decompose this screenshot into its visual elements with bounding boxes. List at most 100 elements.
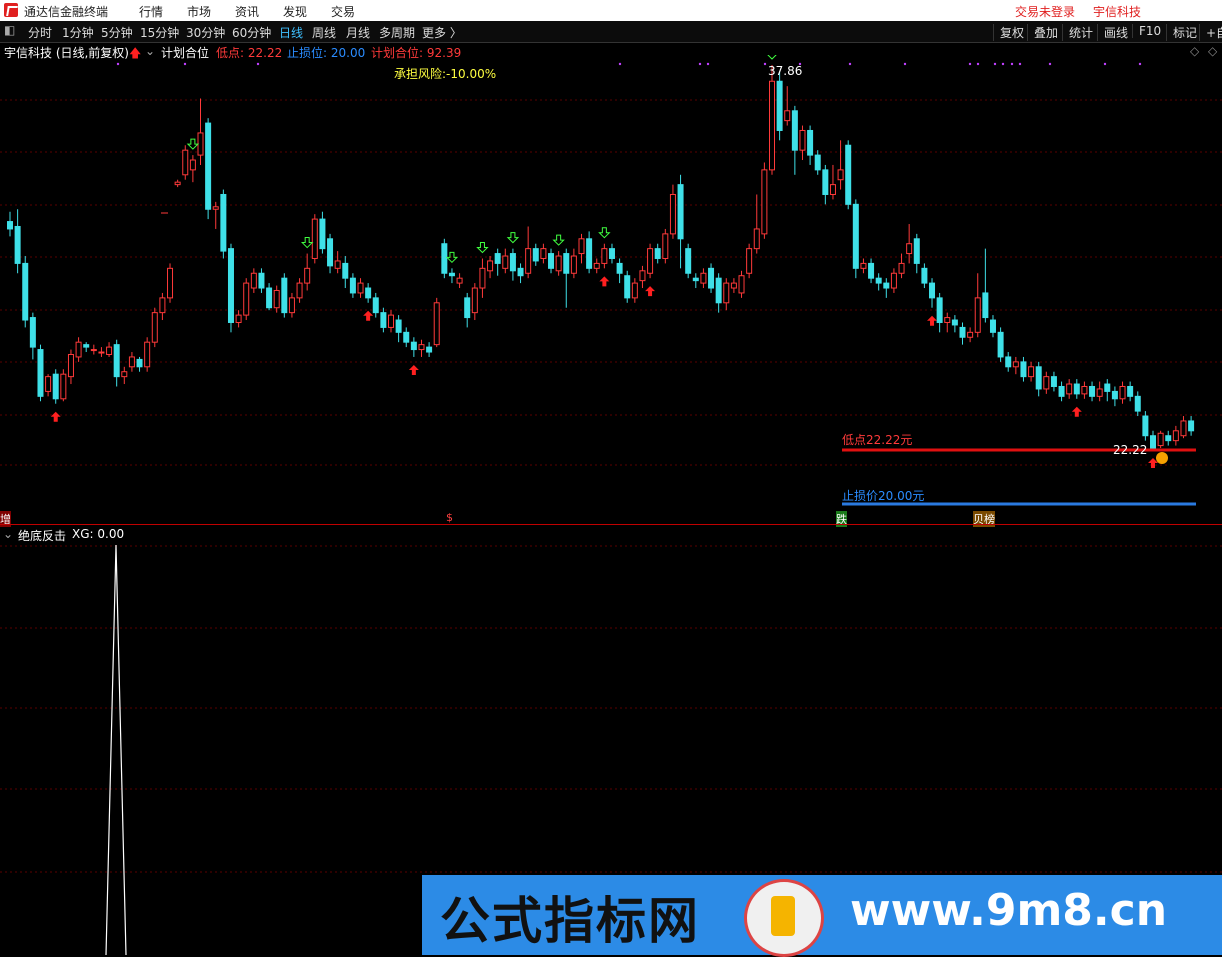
candle-body[interactable] xyxy=(1081,385,1088,395)
candle-body[interactable] xyxy=(319,218,326,250)
period-tab-15min[interactable]: 15分钟 xyxy=(140,24,179,41)
candle-body[interactable] xyxy=(448,272,455,277)
candle-body[interactable] xyxy=(1172,430,1179,442)
candle-body[interactable] xyxy=(570,255,577,274)
candle-body[interactable] xyxy=(380,312,387,328)
stats-button[interactable]: 统计 xyxy=(1062,24,1093,41)
candle-body[interactable] xyxy=(1119,385,1126,400)
candle-body[interactable] xyxy=(327,238,334,267)
candle-body[interactable] xyxy=(197,132,204,156)
candle-body[interactable] xyxy=(281,277,288,314)
candle-body[interactable] xyxy=(593,262,600,269)
candle-body[interactable] xyxy=(1157,432,1164,447)
candle-body[interactable] xyxy=(791,110,798,151)
candle-body[interactable] xyxy=(959,326,966,338)
candle-body[interactable] xyxy=(258,272,265,289)
candle-body[interactable] xyxy=(90,349,97,352)
candle-body[interactable] xyxy=(631,282,638,299)
period-tab-more[interactable]: 更多 〉 xyxy=(422,24,462,41)
candle-body[interactable] xyxy=(814,154,821,171)
candle-body[interactable] xyxy=(784,110,791,122)
candle-body[interactable] xyxy=(288,297,295,314)
candle-body[interactable] xyxy=(266,287,273,309)
candle-body[interactable] xyxy=(715,277,722,304)
period-tab-1min[interactable]: 1分钟 xyxy=(62,24,94,41)
candle-body[interactable] xyxy=(1188,420,1195,432)
candle-body[interactable] xyxy=(730,282,737,289)
candle-body[interactable] xyxy=(296,282,303,299)
candle-body[interactable] xyxy=(738,275,745,294)
candle-body[interactable] xyxy=(128,356,135,368)
candle-body[interactable] xyxy=(1073,383,1080,395)
subpanel-dropdown-icon[interactable]: ⌄ xyxy=(3,527,13,541)
custom-button[interactable]: +自 xyxy=(1199,24,1222,41)
period-tab-multi[interactable]: 多周期 xyxy=(379,24,415,41)
candle-body[interactable] xyxy=(921,267,928,284)
candle-body[interactable] xyxy=(1035,366,1042,390)
candle-body[interactable] xyxy=(746,248,753,274)
candle-body[interactable] xyxy=(929,282,936,299)
candle-body[interactable] xyxy=(578,238,585,255)
candle-body[interactable] xyxy=(227,248,234,323)
menu-item-market[interactable]: 市场 xyxy=(187,3,211,20)
candle-body[interactable] xyxy=(616,262,623,274)
candle-body[interactable] xyxy=(167,267,174,299)
login-status[interactable]: 交易未登录 xyxy=(1015,3,1075,20)
event-mark-2[interactable]: $ xyxy=(446,511,453,524)
candle-body[interactable] xyxy=(37,349,44,397)
menu-item-discover[interactable]: 发现 xyxy=(283,3,307,20)
candle-body[interactable] xyxy=(479,267,486,289)
candle-body[interactable] xyxy=(426,346,433,353)
adjust-button[interactable]: 复权 xyxy=(993,24,1024,41)
candle-body[interactable] xyxy=(403,331,410,343)
candle-body[interactable] xyxy=(464,297,471,319)
candle-body[interactable] xyxy=(1127,385,1134,397)
candle-body[interactable] xyxy=(708,267,715,289)
candle-body[interactable] xyxy=(433,302,440,346)
candle-body[interactable] xyxy=(7,221,13,230)
candle-body[interactable] xyxy=(334,260,341,269)
candle-body[interactable] xyxy=(837,169,844,181)
period-tab-30min[interactable]: 30分钟 xyxy=(186,24,225,41)
period-tab-5min[interactable]: 5分钟 xyxy=(101,24,133,41)
candle-body[interactable] xyxy=(883,282,890,289)
candle-body[interactable] xyxy=(822,169,829,195)
candle-body[interactable] xyxy=(357,282,364,294)
candle-body[interactable] xyxy=(471,287,478,314)
period-tab-weekly[interactable]: 周线 xyxy=(312,24,336,41)
candle-body[interactable] xyxy=(45,376,52,392)
candle-body[interactable] xyxy=(769,80,775,171)
candle-body[interactable] xyxy=(159,297,166,314)
candle-body[interactable] xyxy=(647,248,654,274)
period-tab-daily[interactable]: 日线 xyxy=(279,24,303,41)
candle-body[interactable] xyxy=(311,218,318,259)
candle-body[interactable] xyxy=(410,341,417,351)
candle-body[interactable] xyxy=(936,297,943,323)
candle-body[interactable] xyxy=(662,233,669,259)
candle-body[interactable] xyxy=(586,238,593,269)
candle-body[interactable] xyxy=(1005,356,1012,368)
candle-body[interactable] xyxy=(563,253,570,274)
candle-body[interactable] xyxy=(967,331,974,338)
candle-body[interactable] xyxy=(243,282,250,316)
candle-body[interactable] xyxy=(1058,385,1065,397)
candle-body[interactable] xyxy=(342,262,349,279)
candle-body[interactable] xyxy=(67,353,74,378)
candle-body[interactable] xyxy=(1089,385,1096,397)
candlestick-chart[interactable] xyxy=(0,55,1222,525)
candle-body[interactable] xyxy=(113,344,120,378)
candle-body[interactable] xyxy=(913,238,920,264)
candle-body[interactable] xyxy=(151,312,158,343)
candle-body[interactable] xyxy=(372,297,379,314)
menu-item-news[interactable]: 资讯 xyxy=(235,3,259,20)
candle-body[interactable] xyxy=(144,341,151,368)
candle-body[interactable] xyxy=(395,319,402,333)
candle-body[interactable] xyxy=(174,181,181,186)
candle-body[interactable] xyxy=(608,248,615,259)
candle-body[interactable] xyxy=(723,282,730,304)
candle-body[interactable] xyxy=(441,243,448,274)
candle-body[interactable] xyxy=(212,206,219,210)
candle-body[interactable] xyxy=(776,80,783,131)
candle-body[interactable] xyxy=(1142,415,1149,437)
candle-body[interactable] xyxy=(677,184,684,240)
